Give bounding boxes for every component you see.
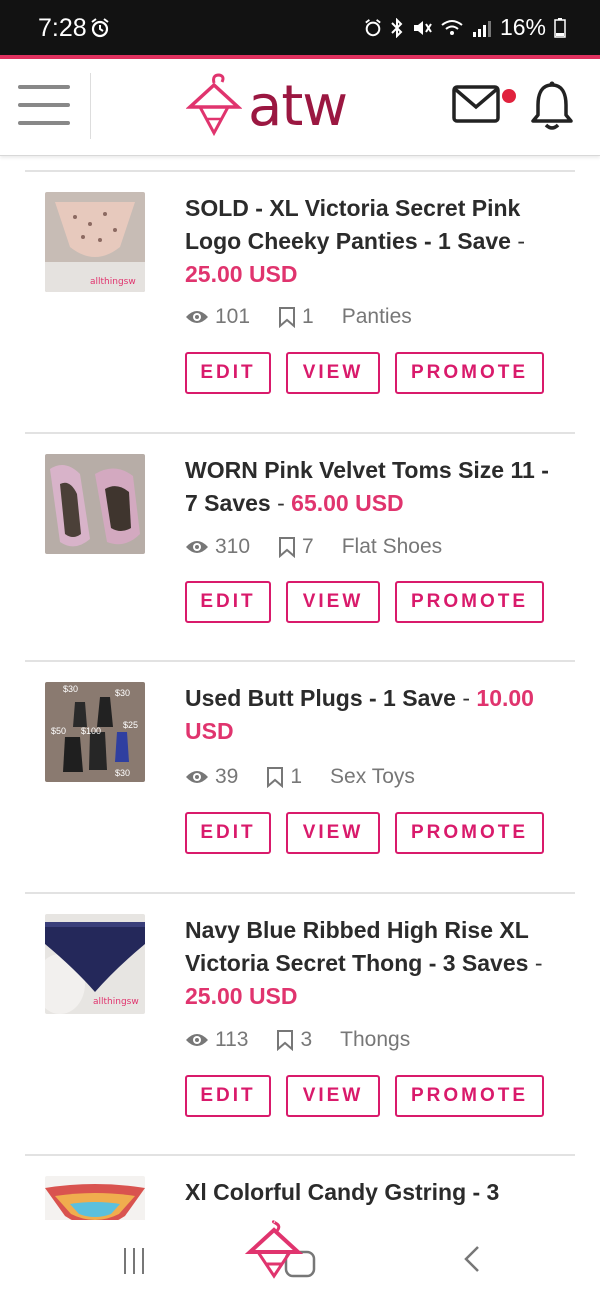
home-button[interactable] (244, 1220, 324, 1280)
alarm-icon (365, 18, 381, 36)
edit-button[interactable]: EDIT (185, 1075, 271, 1117)
promote-button[interactable]: PROMOTE (395, 1075, 544, 1117)
battery-icon (554, 17, 566, 38)
listing-meta: 113 3 Thongs (185, 1028, 438, 1052)
listing-meta: 39 1 Sex Toys (185, 765, 443, 789)
eye-icon (186, 311, 208, 323)
listing-actions: EDIT VIEW PROMOTE (185, 352, 544, 394)
navigation-bar (0, 1220, 600, 1300)
view-count: 101 (215, 305, 251, 328)
listing-item: allthingsw Navy Blue Ribbed High Rise XL… (25, 892, 575, 1156)
listing-photo[interactable]: allthingsw (45, 914, 145, 1014)
promote-button[interactable]: PROMOTE (395, 352, 544, 394)
listing-title[interactable]: SOLD - XL Victoria Secret Pink Logo Chee… (185, 192, 565, 291)
logo[interactable]: atw (186, 73, 348, 139)
listing-item: $30 $30 $50 $100 $25 $30 Used Butt Plugs… (25, 660, 575, 894)
edit-button[interactable]: EDIT (185, 812, 271, 854)
listing-category: Panties (341, 305, 412, 328)
battery-percent: 16% (499, 14, 546, 40)
status-icons: 16% (364, 14, 566, 41)
listing-title[interactable]: WORN Pink Velvet Toms Size 11 - 7 Saves … (185, 454, 565, 520)
price-tag-label: $30 (63, 684, 78, 694)
view-count: 39 (215, 765, 239, 788)
bookmark-icon (277, 1030, 294, 1051)
listing-price: 25.00 USD (185, 261, 298, 287)
app-header: atw (0, 59, 600, 156)
bell-icon[interactable] (530, 81, 574, 131)
bookmark-icon (279, 307, 296, 328)
price-tag-label: $25 (123, 720, 138, 730)
listing-photo[interactable]: $30 $30 $50 $100 $25 $30 (45, 682, 145, 782)
view-count: 113 (215, 1028, 249, 1051)
mute-icon (413, 20, 432, 35)
view-button[interactable]: VIEW (286, 581, 380, 623)
save-count: 1 (290, 765, 303, 788)
watermark-text: allthingsw (93, 997, 139, 1007)
price-tag-label: $30 (115, 768, 130, 778)
listing-actions: EDIT VIEW PROMOTE (185, 1075, 544, 1117)
listing-title[interactable]: Used Butt Plugs - 1 Save - 10.00 USD (185, 682, 565, 748)
edit-button[interactable]: EDIT (185, 352, 271, 394)
signal-icon (472, 20, 491, 37)
price-tag-label: $100 (81, 726, 101, 736)
mail-icon[interactable] (452, 85, 500, 123)
bookmark-icon (279, 537, 296, 558)
eye-icon (186, 771, 208, 783)
status-bar: 7:28 16% (0, 0, 600, 55)
save-count: 3 (300, 1028, 313, 1051)
status-time: 7:28 (38, 14, 87, 42)
promote-button[interactable]: PROMOTE (395, 812, 544, 854)
listing-photo[interactable] (45, 1176, 145, 1222)
listing-actions: EDIT VIEW PROMOTE (185, 581, 544, 623)
listing-meta: 101 1 Panties (185, 305, 440, 329)
listing-category: Flat Shoes (341, 535, 443, 558)
listing-title[interactable]: Navy Blue Ribbed High Rise XL Victoria S… (185, 914, 565, 1013)
view-button[interactable]: VIEW (286, 1075, 380, 1117)
price-tag-label: $30 (115, 688, 130, 698)
notification-dot (502, 89, 516, 103)
save-count: 1 (302, 305, 314, 328)
listing-price: 65.00 USD (291, 490, 404, 516)
wifi-icon (441, 19, 463, 35)
view-button[interactable]: VIEW (286, 352, 380, 394)
promote-button[interactable]: PROMOTE (395, 581, 544, 623)
listing-category: Thongs (340, 1028, 411, 1051)
header-divider (90, 73, 91, 139)
save-count: 7 (302, 535, 314, 558)
listing-photo[interactable] (45, 454, 145, 554)
hanger-logo-icon (186, 73, 242, 137)
listing-actions: EDIT VIEW PROMOTE (185, 812, 544, 854)
eye-icon (186, 1034, 208, 1046)
listing-price: 25.00 USD (185, 983, 298, 1009)
view-count: 310 (215, 535, 251, 558)
recent-apps-button[interactable] (124, 1248, 144, 1274)
eye-icon (186, 541, 208, 553)
back-button[interactable] (462, 1244, 482, 1274)
view-button[interactable]: VIEW (286, 812, 380, 854)
edit-button[interactable]: EDIT (185, 581, 271, 623)
alarm-icon (90, 18, 110, 43)
menu-icon[interactable] (18, 85, 70, 127)
bookmark-icon (267, 767, 284, 788)
price-tag-label: $50 (51, 726, 66, 736)
listing-photo[interactable]: allthingsw (45, 192, 145, 292)
listing-item: Xl Colorful Candy Gstring - 3 (25, 1154, 575, 1222)
listing-item: WORN Pink Velvet Toms Size 11 - 7 Saves … (25, 432, 575, 662)
listing-item: allthingsw SOLD - XL Victoria Secret Pin… (25, 170, 575, 434)
listing-category: Sex Toys (330, 765, 415, 788)
listing-title[interactable]: Xl Colorful Candy Gstring - 3 (185, 1176, 565, 1209)
listing-meta: 310 7 Flat Shoes (185, 535, 470, 559)
logo-text: atw (248, 73, 348, 139)
bluetooth-icon (391, 17, 403, 38)
watermark-text: allthingsw (90, 277, 136, 287)
